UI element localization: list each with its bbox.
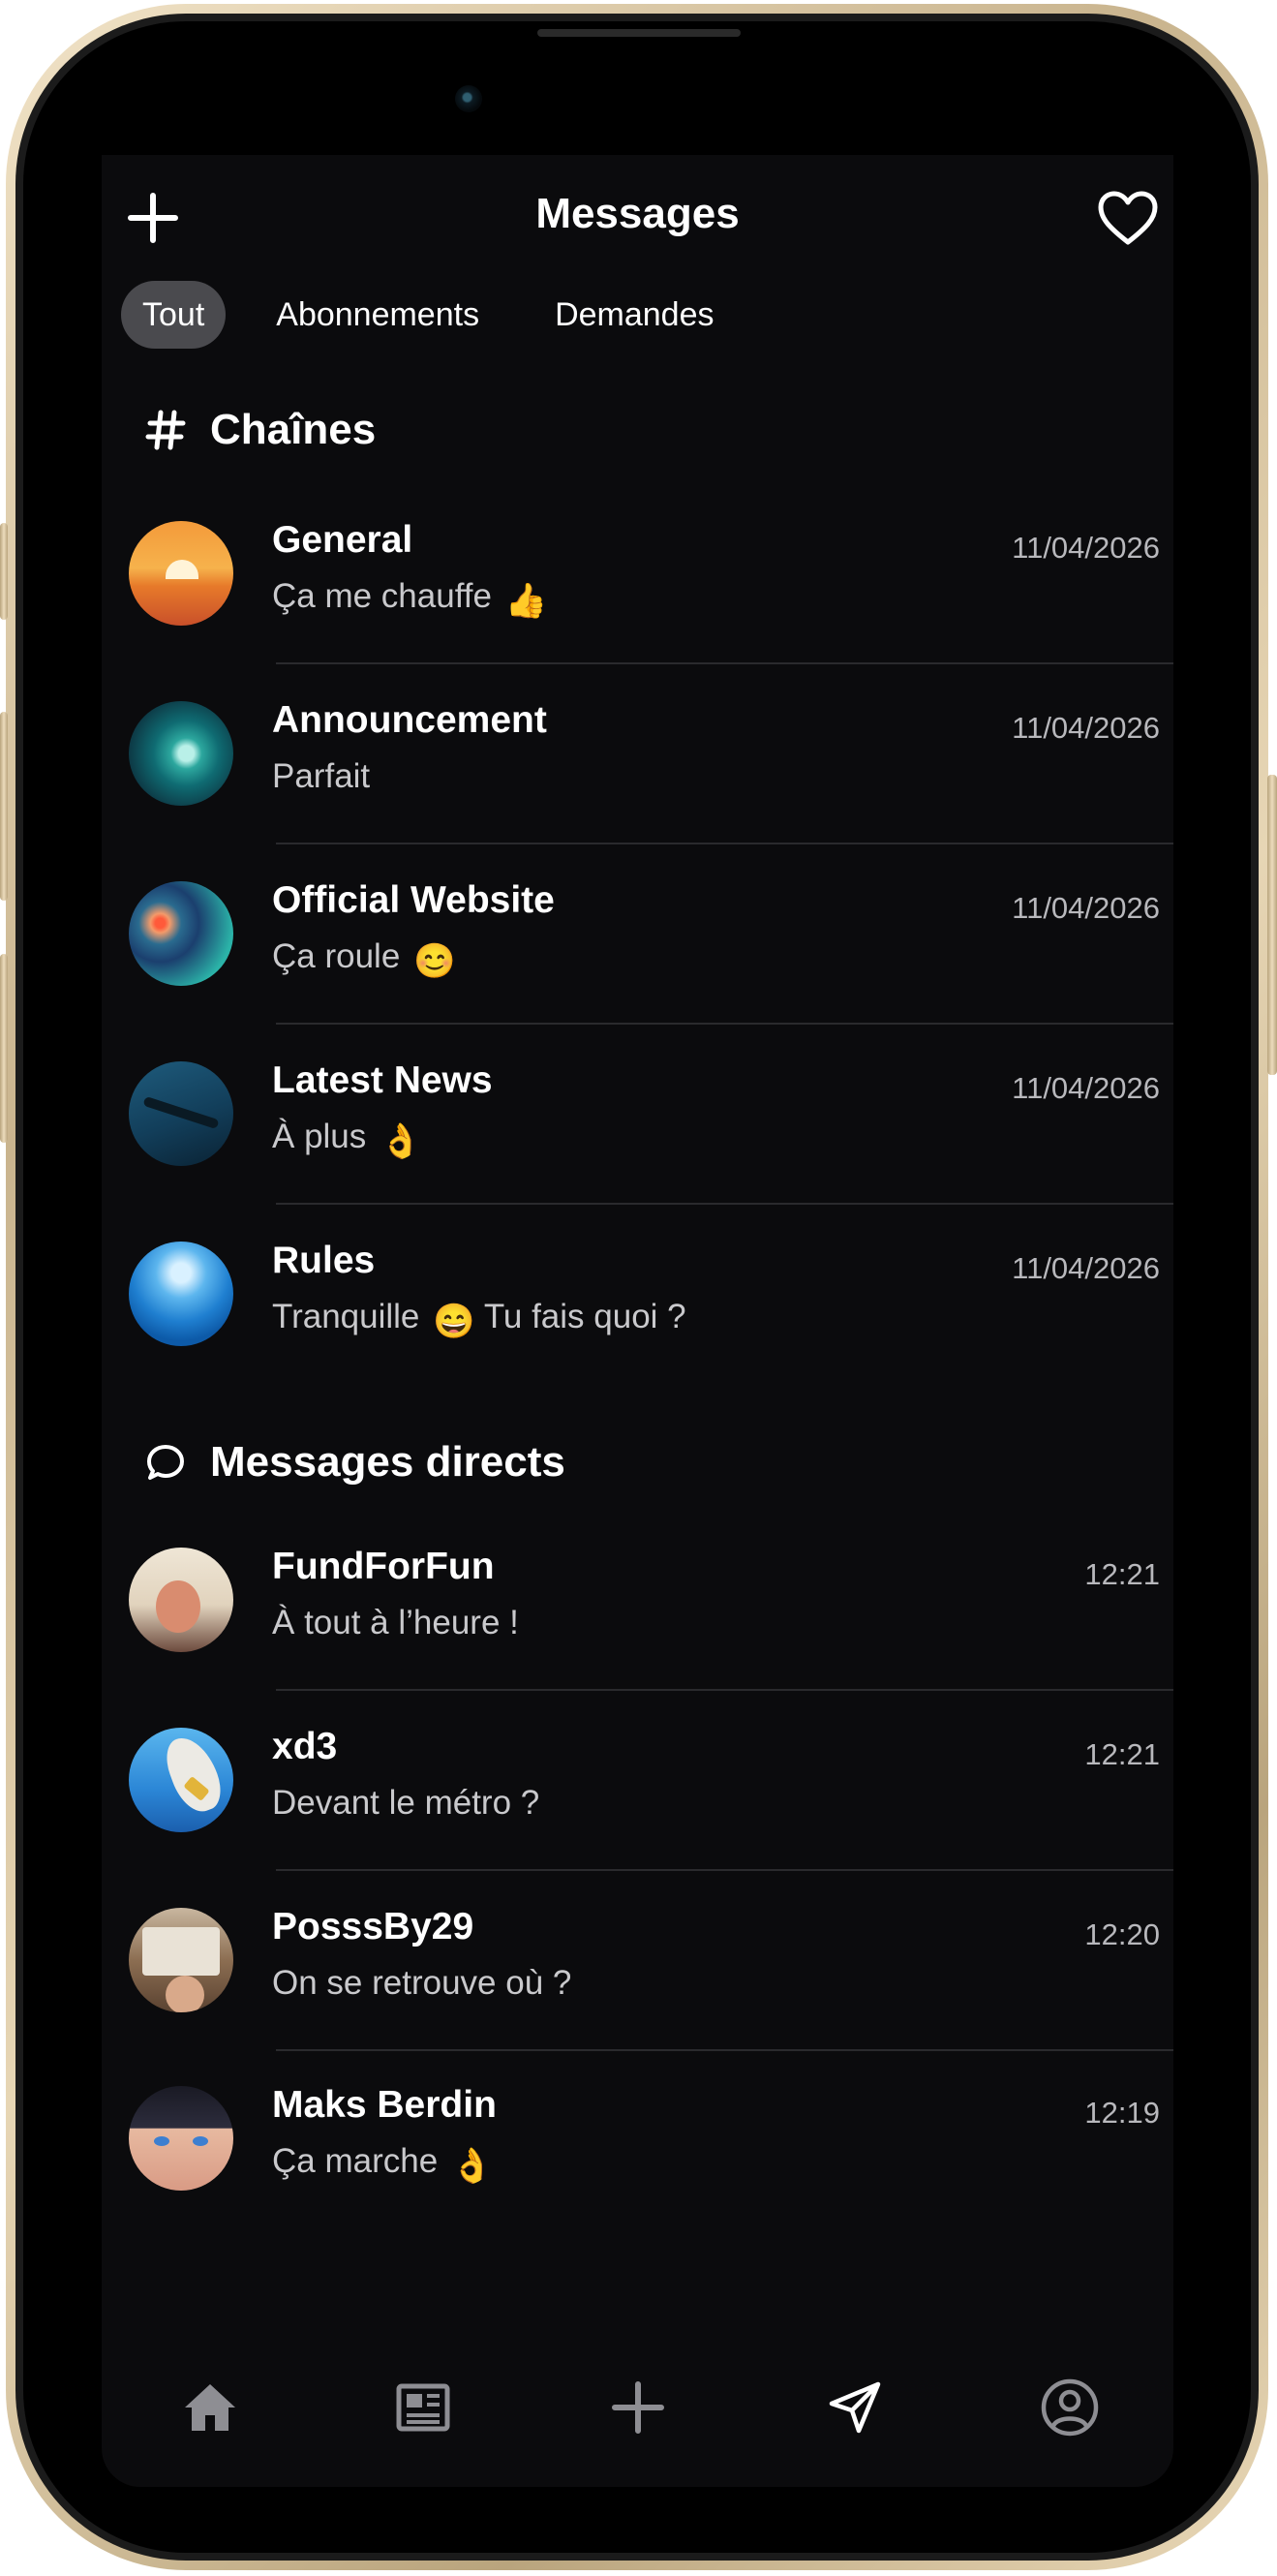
channel-row-official-website[interactable]: Official Website Ça roule 😊 11/04/2026 — [102, 844, 1173, 1025]
bottom-tab-bar — [102, 2359, 1173, 2456]
channel-name: Rules — [272, 1240, 376, 1281]
dm-row-posssby29[interactable]: PosssBy29 On se retrouve où ? 12:20 — [102, 1871, 1173, 2051]
channel-name: Announcement — [272, 699, 547, 741]
dm-name: Maks Berdin — [272, 2084, 497, 2126]
send-icon[interactable] — [824, 2377, 886, 2438]
dm-last-message: À tout à l’heure ! — [272, 1604, 519, 1641]
home-icon[interactable] — [179, 2377, 241, 2438]
ok-hand-emoji: 👌 — [380, 1122, 422, 1160]
dm-last-message: Devant le métro ? — [272, 1784, 540, 1822]
dm-name: PosssBy29 — [272, 1906, 474, 1947]
channel-row-general[interactable]: General Ça me chauffe 👍 11/04/2026 — [102, 484, 1173, 664]
tab-tout[interactable]: Tout — [121, 281, 227, 349]
channel-avatar-latest-news — [129, 1061, 233, 1166]
side-button-volume-up — [0, 712, 8, 901]
grin-emoji: 😄 — [433, 1303, 475, 1340]
dm-avatar-maks-berdin — [129, 2086, 233, 2191]
dm-name: FundForFun — [272, 1546, 495, 1587]
front-camera — [455, 85, 482, 112]
chat-bubble-icon — [142, 1439, 189, 1486]
dm-avatar-fundforfun — [129, 1548, 233, 1652]
side-button-volume-down — [0, 954, 8, 1143]
dm-row-maks-berdin[interactable]: Maks Berdin Ça marche 👌 12:19 — [102, 2049, 1173, 2229]
channel-name: General — [272, 519, 413, 561]
channel-row-announcement[interactable]: Announcement Parfait 11/04/2026 — [102, 664, 1173, 844]
dm-last-message: Ça marche 👌 — [272, 2142, 494, 2185]
speaker-grille — [537, 29, 741, 37]
page-title: Messages — [535, 190, 740, 237]
channel-timestamp: 11/04/2026 — [1012, 1071, 1160, 1105]
thumbs-up-emoji: 👍 — [504, 582, 548, 620]
ok-hand-emoji: 👌 — [450, 2147, 494, 2185]
channel-row-latest-news[interactable]: Latest News À plus 👌 11/04/2026 — [102, 1025, 1173, 1205]
channel-row-rules[interactable]: Rules Tranquille 😄 Tu fais quoi ? 11/04/… — [102, 1205, 1173, 1385]
dm-row-xd3[interactable]: xd3 Devant le métro ? 12:21 — [102, 1691, 1173, 1871]
channel-last-message: Ça me chauffe 👍 — [272, 577, 548, 620]
heart-icon[interactable] — [1097, 190, 1159, 248]
channels-section-title: Chaînes — [210, 406, 377, 453]
channel-last-message: Parfait — [272, 757, 371, 795]
dm-name: xd3 — [272, 1726, 338, 1767]
direct-messages-section-title: Messages directs — [210, 1438, 565, 1486]
dm-timestamp: 12:21 — [1084, 1737, 1160, 1771]
dm-timestamp: 12:19 — [1084, 2096, 1160, 2130]
profile-icon[interactable] — [1039, 2377, 1101, 2438]
create-plus-icon[interactable] — [607, 2377, 669, 2438]
dm-avatar-posssby29 — [129, 1908, 233, 2012]
channel-last-message: Ça roule 😊 — [272, 937, 456, 980]
channel-avatar-official-website — [129, 881, 233, 986]
channel-timestamp: 11/04/2026 — [1012, 531, 1160, 565]
channel-avatar-general — [129, 521, 233, 626]
smile-emoji: 😊 — [413, 942, 456, 980]
side-button-power — [1267, 775, 1277, 1075]
dm-avatar-xd3 — [129, 1728, 233, 1832]
channel-avatar-announcement — [129, 701, 233, 806]
dm-timestamp: 12:21 — [1084, 1557, 1160, 1591]
camera-notch — [426, 58, 852, 163]
side-button-silent — [0, 523, 8, 620]
app-screen: Messages Tout Abonnements Demandes Chaîn… — [102, 155, 1173, 2487]
tab-demandes[interactable]: Demandes — [533, 281, 735, 349]
channel-timestamp: 11/04/2026 — [1012, 1251, 1160, 1285]
direct-messages-section-header: Messages directs — [142, 1433, 565, 1491]
tab-abonnements[interactable]: Abonnements — [255, 281, 501, 349]
channel-timestamp: 11/04/2026 — [1012, 891, 1160, 925]
news-icon[interactable] — [392, 2377, 454, 2438]
filter-tabs: Tout Abonnements Demandes — [121, 281, 769, 349]
dm-last-message: On se retrouve où ? — [272, 1964, 572, 2002]
hashtag-icon — [142, 407, 189, 453]
channels-section-header: Chaînes — [142, 401, 376, 459]
channel-name: Official Website — [272, 879, 555, 921]
channel-last-message: À plus 👌 — [272, 1118, 422, 1160]
dm-timestamp: 12:20 — [1084, 1917, 1160, 1951]
channel-name: Latest News — [272, 1059, 493, 1101]
channel-avatar-rules — [129, 1242, 233, 1346]
channel-timestamp: 11/04/2026 — [1012, 711, 1160, 745]
channel-last-message: Tranquille 😄 Tu fais quoi ? — [272, 1298, 686, 1340]
dm-row-fundforfun[interactable]: FundForFun À tout à l’heure ! 12:21 — [102, 1511, 1173, 1691]
